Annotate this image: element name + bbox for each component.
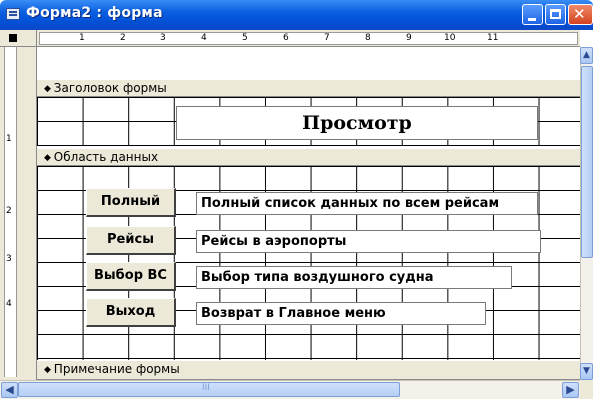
scroll-up-arrow-icon[interactable]: ▲ bbox=[580, 47, 593, 64]
aircraft-description-label[interactable]: Выбор типа воздушного судна bbox=[196, 266, 512, 289]
ruler-number: 3 bbox=[160, 33, 166, 43]
vertical-scroll-thumb[interactable] bbox=[581, 66, 593, 258]
scroll-down-arrow-icon[interactable]: ▼ bbox=[580, 363, 593, 380]
ruler-number: 8 bbox=[365, 33, 371, 43]
section-label-header: Заголовок формы bbox=[44, 81, 167, 95]
ruler-number: 4 bbox=[201, 33, 207, 43]
ruler-number: 1 bbox=[6, 134, 12, 144]
exit-description-label[interactable]: Возврат в Главное меню bbox=[196, 302, 486, 325]
full-button[interactable]: Полный bbox=[86, 188, 176, 217]
aircraft-select-button[interactable]: Выбор ВС bbox=[86, 262, 176, 291]
ruler-number: 4 bbox=[6, 299, 12, 309]
flights-description-label[interactable]: Рейсы в аэропорты bbox=[196, 230, 541, 253]
minimize-button[interactable] bbox=[522, 4, 543, 25]
ruler-number: 11 bbox=[487, 33, 499, 43]
ruler-number: 6 bbox=[283, 33, 289, 43]
full-description-label[interactable]: Полный список данных по всем рейсам bbox=[196, 192, 538, 215]
flights-button[interactable]: Рейсы bbox=[86, 226, 176, 255]
exit-button[interactable]: Выход bbox=[86, 298, 176, 327]
maximize-button[interactable] bbox=[545, 4, 566, 25]
ruler-number: 3 bbox=[6, 254, 12, 264]
title-label[interactable]: Просмотр bbox=[176, 106, 538, 140]
ruler-number: 5 bbox=[242, 33, 248, 43]
section-label-footer: Примечание формы bbox=[44, 362, 180, 376]
ruler-number: 10 bbox=[444, 33, 456, 43]
scroll-thumb-grip: III bbox=[202, 383, 210, 393]
ruler-number: 7 bbox=[324, 33, 330, 43]
scrollbar-corner bbox=[580, 380, 593, 399]
form-selector-icon bbox=[9, 34, 17, 42]
scroll-left-arrow-icon[interactable]: ◀ bbox=[1, 382, 18, 398]
ruler-number: 2 bbox=[120, 33, 126, 43]
close-button[interactable] bbox=[568, 4, 593, 25]
section-label-detail: Область данных bbox=[44, 150, 158, 164]
ruler-number: 2 bbox=[6, 206, 12, 216]
form-icon[interactable] bbox=[6, 8, 20, 20]
ruler-number: 1 bbox=[79, 33, 85, 43]
window-title: Форма2 : форма bbox=[26, 5, 163, 21]
ruler-number: 9 bbox=[406, 33, 412, 43]
scroll-right-arrow-icon[interactable]: ▶ bbox=[562, 382, 579, 398]
form-selector[interactable] bbox=[0, 30, 37, 47]
